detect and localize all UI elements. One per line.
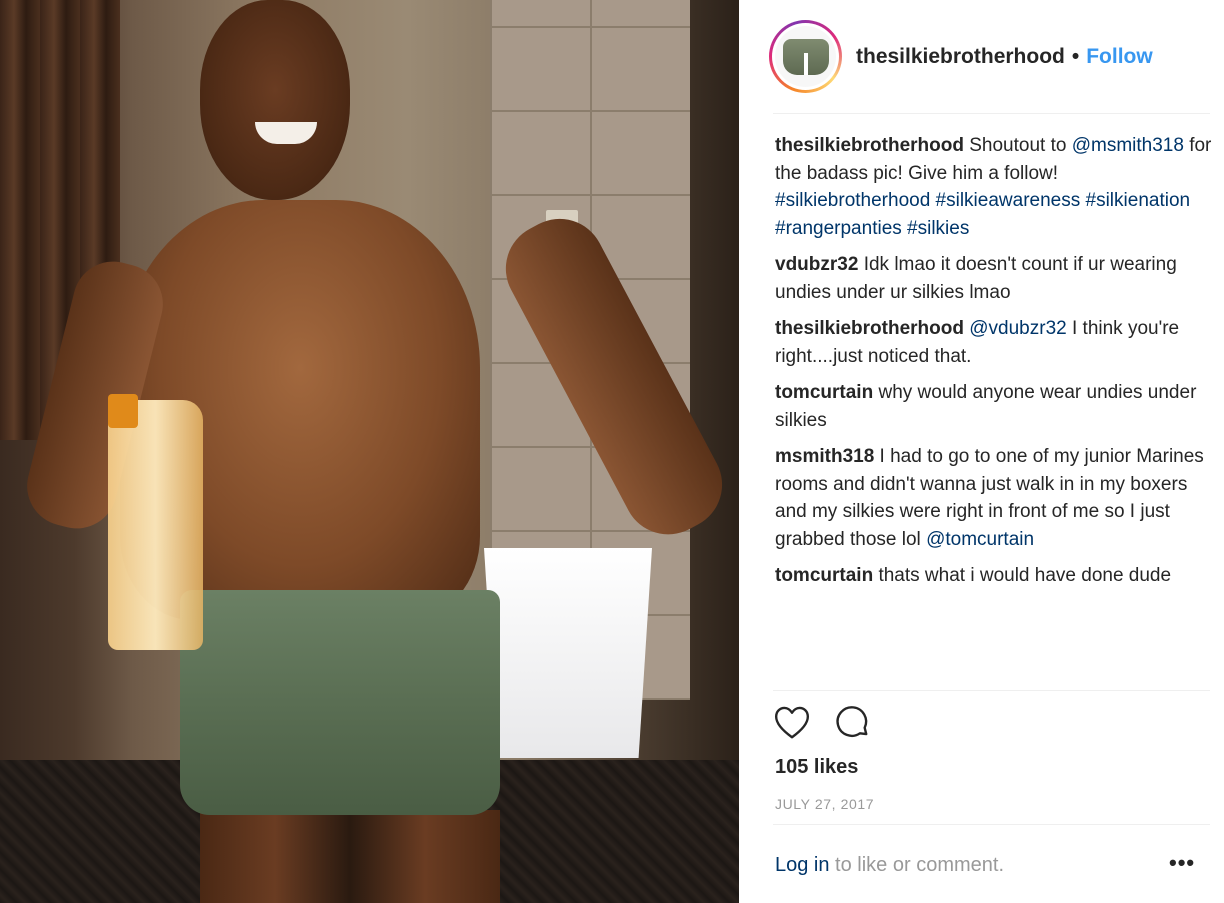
post-header: thesilkiebrotherhood • Follow: [739, 0, 1224, 113]
comment-username[interactable]: thesilkiebrotherhood: [775, 318, 964, 339]
comment-item: msmith318 I had to go to one of my junio…: [775, 443, 1215, 553]
comment-username[interactable]: msmith318: [775, 446, 874, 467]
comment-username[interactable]: tomcurtain: [775, 565, 873, 586]
hashtag-link[interactable]: #silkiebrotherhood: [775, 190, 930, 211]
head: [200, 0, 350, 200]
mention-link[interactable]: @vdubzr32: [969, 318, 1066, 339]
footer-divider: [773, 824, 1210, 825]
comment-username[interactable]: tomcurtain: [775, 382, 873, 403]
comment-item: thesilkiebrotherhood Shoutout to @msmith…: [775, 132, 1215, 242]
header-separator: •: [1071, 44, 1080, 68]
post-side-panel: thesilkiebrotherhood • Follow thesilkieb…: [739, 0, 1224, 903]
avatar[interactable]: [775, 26, 836, 87]
mention-link[interactable]: @msmith318: [1072, 135, 1184, 156]
mention-link[interactable]: @tomcurtain: [926, 529, 1034, 550]
post-date[interactable]: JULY 27, 2017: [775, 796, 874, 812]
avatar-story-ring[interactable]: [769, 20, 842, 93]
header-username[interactable]: thesilkiebrotherhood: [856, 45, 1065, 69]
bottle-cap: [108, 394, 138, 428]
comments-divider: [773, 690, 1210, 691]
action-bar: [773, 704, 871, 742]
post-photo[interactable]: [0, 0, 739, 903]
instagram-post: thesilkiebrotherhood • Follow thesilkieb…: [0, 0, 1224, 903]
login-prompt: Log in to like or comment.: [775, 854, 1004, 877]
hashtag-link[interactable]: #silkieawareness: [936, 190, 1081, 211]
hashtag-link[interactable]: #silkies: [907, 218, 969, 239]
bottle: [108, 394, 203, 650]
comment-item: tomcurtain thats what i would have done …: [775, 562, 1215, 590]
comment-icon[interactable]: [833, 704, 871, 742]
heart-icon[interactable]: [773, 704, 811, 742]
more-options-icon[interactable]: •••: [1169, 850, 1195, 876]
green-shorts: [180, 590, 500, 815]
comment-username[interactable]: thesilkiebrotherhood: [775, 135, 964, 156]
login-link[interactable]: Log in: [775, 854, 830, 876]
hashtag-link[interactable]: #rangerpanties: [775, 218, 902, 239]
comment-item: vdubzr32 Idk lmao it doesn't count if ur…: [775, 251, 1215, 306]
legs: [200, 810, 500, 903]
login-prompt-text: to like or comment.: [829, 854, 1005, 876]
likes-count[interactable]: 105 likes: [775, 756, 858, 779]
comment-text: thats what i would have done dude: [873, 565, 1172, 586]
avatar-border: [772, 23, 839, 90]
person-figure: [18, 0, 738, 903]
comment-text: Shoutout to: [963, 135, 1072, 156]
avatar-shorts-image: [782, 38, 829, 75]
comments-list: thesilkiebrotherhood Shoutout to @msmith…: [775, 132, 1215, 599]
hashtag-link[interactable]: #silkienation: [1086, 190, 1191, 211]
comment-username[interactable]: vdubzr32: [775, 254, 858, 275]
follow-button[interactable]: Follow: [1086, 45, 1153, 69]
comment-item: tomcurtain why would anyone wear undies …: [775, 379, 1215, 434]
header-divider: [773, 113, 1210, 114]
comment-item: thesilkiebrotherhood @vdubzr32 I think y…: [775, 315, 1215, 370]
